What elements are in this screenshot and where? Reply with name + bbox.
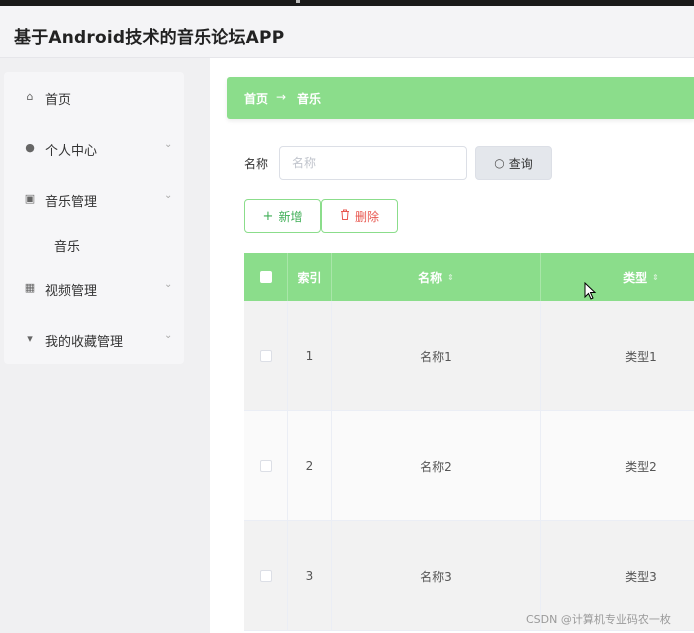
- header-type[interactable]: 类型 ⇕: [541, 253, 694, 301]
- delete-button-label: 删除: [354, 209, 379, 224]
- plus-icon: +: [262, 208, 274, 224]
- chevron-down-icon: ⌄: [164, 330, 173, 341]
- table-row[interactable]: 2 名称2 类型2: [244, 411, 694, 521]
- table-header: 索引 名称 ⇕ 类型 ⇕: [244, 253, 694, 301]
- breadcrumb-separator-icon: →: [276, 90, 287, 104]
- chevron-down-icon: ⌄: [164, 139, 173, 150]
- sidebar-item-video-manage[interactable]: ▦ 视频管理 ⌄: [4, 263, 184, 314]
- row-checkbox[interactable]: [259, 570, 272, 582]
- row-name: 名称3: [332, 521, 541, 631]
- home-icon: ⌂: [26, 90, 34, 103]
- header-select-all[interactable]: [244, 253, 288, 301]
- header-name-label: 名称: [418, 270, 443, 285]
- row-select-cell[interactable]: [244, 521, 288, 631]
- header-index: 索引: [288, 253, 332, 301]
- row-name: 名称2: [332, 411, 541, 521]
- row-select-cell[interactable]: [244, 301, 288, 411]
- header-index-label: 索引: [297, 270, 322, 285]
- row-checkbox[interactable]: [259, 350, 272, 362]
- trash-icon: [340, 209, 350, 224]
- select-all-checkbox[interactable]: [259, 271, 272, 283]
- query-button-label: 查询: [508, 156, 533, 171]
- row-type: 类型1: [625, 349, 657, 364]
- sidebar-menu: ⌂ 首页 ● 个人中心 ⌄ ▣ 音乐管理 ⌄ 音乐 ▦ 视频管理 ⌄ ▾ 我的收…: [4, 72, 184, 364]
- row-checkbox[interactable]: [259, 460, 272, 472]
- sidebar-item-personal-center[interactable]: ● 个人中心 ⌄: [4, 123, 184, 174]
- sort-icon[interactable]: ⇕: [652, 273, 659, 282]
- favorite-icon: ▾: [27, 332, 33, 345]
- sidebar-item-label: 视频管理: [45, 284, 98, 299]
- chevron-down-icon: ⌄: [164, 190, 173, 201]
- search-icon: ○: [494, 156, 505, 170]
- sidebar-item-home[interactable]: ⌂ 首页: [4, 72, 184, 123]
- query-button[interactable]: ○ 查询: [475, 146, 552, 180]
- sidebar-item-favorite-manage[interactable]: ▾ 我的收藏管理 ⌄: [4, 314, 184, 365]
- sidebar-item-label: 首页: [45, 93, 72, 108]
- header-type-label: 类型: [623, 270, 648, 285]
- breadcrumb: 首页 → 音乐: [227, 77, 694, 119]
- breadcrumb-home[interactable]: 首页: [244, 90, 268, 107]
- sort-icon[interactable]: ⇕: [447, 273, 454, 282]
- add-button[interactable]: + 新增: [244, 199, 321, 233]
- row-index: 1: [288, 301, 332, 411]
- sidebar-item-label: 我的收藏管理: [45, 335, 124, 350]
- sidebar-subitem-music[interactable]: 音乐: [4, 225, 184, 265]
- table-row[interactable]: 1 名称1 类型1: [244, 301, 694, 411]
- sidebar-subitem-label: 音乐: [54, 240, 81, 255]
- music-manage-icon: ▣: [24, 192, 36, 205]
- sidebar-item-label: 音乐管理: [45, 195, 98, 210]
- row-select-cell[interactable]: [244, 411, 288, 521]
- row-index: 2: [288, 411, 332, 521]
- app-header: 基于Android技术的音乐论坛APP: [0, 6, 694, 58]
- delete-button[interactable]: 删除: [321, 199, 398, 233]
- row-name: 名称1: [332, 301, 541, 411]
- scroll-nub: [296, 0, 300, 3]
- row-index: 3: [288, 521, 332, 631]
- grid-icon: ▦: [24, 281, 36, 294]
- add-button-label: 新增: [278, 209, 303, 224]
- row-type: 类型2: [625, 459, 657, 474]
- mouse-cursor-icon: [584, 282, 597, 300]
- sidebar-item-music-manage[interactable]: ▣ 音乐管理 ⌄: [4, 174, 184, 225]
- music-table: 索引 名称 ⇕ 类型 ⇕ 1 名称1 类型1 2 名称2 类型2 3 名称3 类型3: [244, 253, 694, 633]
- header-name[interactable]: 名称 ⇕: [332, 253, 541, 301]
- chevron-down-icon: ⌄: [164, 279, 173, 290]
- sidebar-item-label: 个人中心: [45, 144, 98, 159]
- breadcrumb-current: 音乐: [297, 92, 322, 106]
- search-label: 名称: [244, 157, 269, 171]
- search-input[interactable]: [279, 146, 467, 180]
- user-icon: ●: [25, 141, 35, 154]
- app-title: 基于Android技术的音乐论坛APP: [14, 28, 285, 48]
- watermark: CSDN @计算机专业码农一枚: [526, 613, 671, 626]
